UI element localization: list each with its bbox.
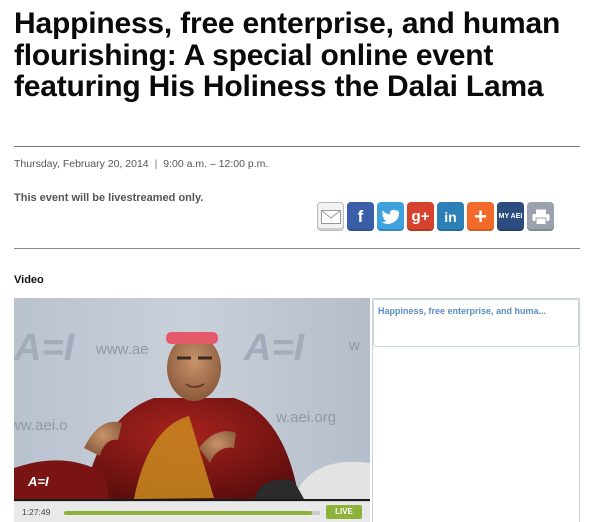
event-datetime: Thursday, February 20, 2014 | 9:00 a.m. … bbox=[14, 158, 268, 170]
printer-icon bbox=[532, 209, 549, 225]
share-bar: f g+ in + MY AEI bbox=[317, 202, 554, 232]
event-date: Thursday, February 20, 2014 bbox=[14, 158, 149, 170]
google-plus-icon: g+ bbox=[411, 208, 430, 225]
linkedin-share-button[interactable]: in bbox=[437, 202, 464, 231]
email-share-button[interactable] bbox=[317, 202, 344, 231]
event-time: 9:00 a.m. – 12:00 p.m. bbox=[163, 158, 269, 170]
video-frame: A=I www.ae A=I w ww.aei.o w.aei.org A=I bbox=[14, 298, 370, 499]
datetime-separator: | bbox=[154, 158, 158, 170]
video-timecode: 1:27:49 bbox=[22, 507, 51, 517]
share-divider bbox=[14, 248, 580, 249]
svg-text:w: w bbox=[348, 337, 360, 354]
video-playlist: Happiness, free enterprise, and huma... bbox=[372, 298, 580, 522]
plus-icon: + bbox=[474, 203, 487, 229]
my-aei-button[interactable]: MY AEI bbox=[497, 202, 524, 231]
live-badge[interactable]: LIVE bbox=[326, 505, 362, 519]
svg-text:A=I: A=I bbox=[27, 474, 49, 489]
video-controls: 1:27:49 LIVE bbox=[14, 501, 370, 522]
my-aei-icon: MY AEI bbox=[498, 213, 523, 220]
title-divider bbox=[14, 146, 580, 147]
envelope-icon bbox=[320, 209, 341, 224]
svg-text:A=I: A=I bbox=[14, 327, 76, 369]
print-button[interactable] bbox=[527, 202, 554, 231]
video-section-label: Video bbox=[14, 274, 44, 286]
twitter-share-button[interactable] bbox=[377, 202, 404, 231]
video-player[interactable]: A=I www.ae A=I w ww.aei.o w.aei.org A=I bbox=[14, 298, 370, 520]
video-progress-track[interactable] bbox=[64, 511, 320, 515]
twitter-bird-icon bbox=[381, 209, 399, 224]
svg-text:A=I: A=I bbox=[243, 327, 306, 369]
page-title: Happiness, free enterprise, and human fl… bbox=[14, 7, 561, 103]
facebook-icon: f bbox=[357, 206, 364, 226]
video-progress-fill bbox=[64, 511, 313, 515]
facebook-share-button[interactable]: f bbox=[347, 202, 374, 231]
google-plus-share-button[interactable]: g+ bbox=[407, 202, 434, 231]
svg-text:w.aei.org: w.aei.org bbox=[275, 409, 336, 426]
playlist-item-title[interactable]: Happiness, free enterprise, and huma... bbox=[378, 306, 578, 316]
svg-text:www.ae: www.ae bbox=[95, 341, 149, 358]
svg-text:ww.aei.o: ww.aei.o bbox=[14, 417, 68, 434]
linkedin-icon: in bbox=[444, 208, 457, 225]
playlist-item[interactable]: Happiness, free enterprise, and huma... bbox=[373, 299, 579, 347]
livestream-note: This event will be livestreamed only. bbox=[14, 192, 204, 204]
more-share-button[interactable]: + bbox=[467, 202, 494, 231]
